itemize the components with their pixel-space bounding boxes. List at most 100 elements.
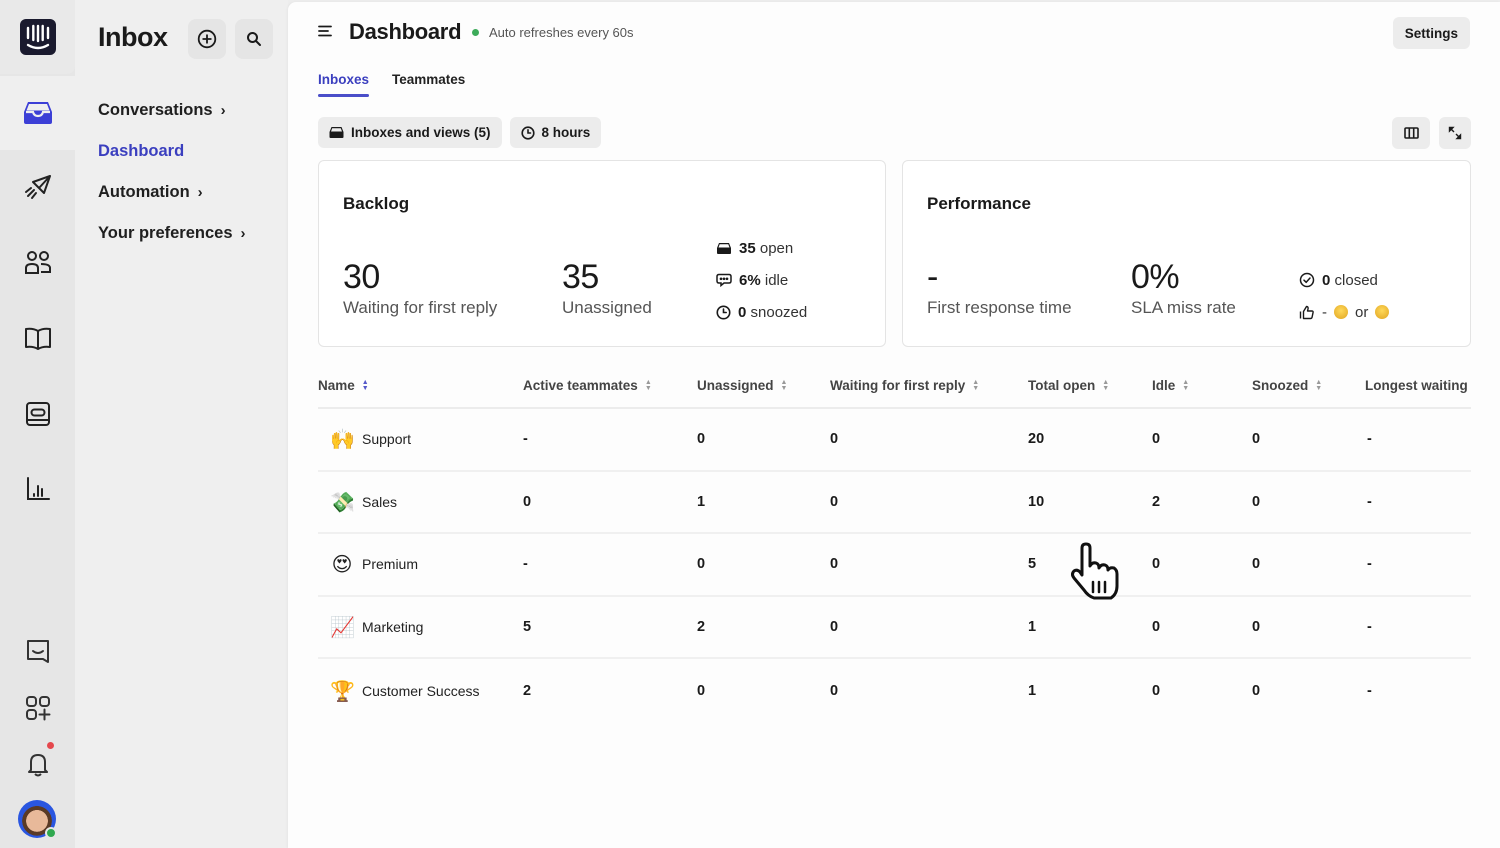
first-response-value: - bbox=[927, 258, 938, 296]
menu-toggle-button[interactable] bbox=[318, 24, 332, 43]
inboxes-filter-button[interactable]: Inboxes and views (5) bbox=[318, 117, 502, 148]
column-header-longest-waiting[interactable]: Longest waiting bbox=[1365, 378, 1471, 393]
inbox-name: Sales bbox=[362, 493, 398, 510]
people-icon bbox=[24, 251, 51, 274]
sidebar-item-automation[interactable]: Automation › bbox=[98, 172, 246, 213]
column-header-total-open[interactable]: Total open ▲ ▼ bbox=[1028, 378, 1152, 393]
unassigned-value: 35 bbox=[562, 258, 599, 296]
search-button[interactable] bbox=[235, 19, 273, 59]
online-status-dot bbox=[45, 827, 57, 839]
table-row[interactable]: 🙌 Support - 0 0 20 0 0 - bbox=[318, 409, 1471, 472]
longest-waiting-cell: - bbox=[1367, 682, 1372, 699]
inbox-name: Support bbox=[362, 431, 412, 448]
bar-chart-icon bbox=[26, 477, 50, 500]
longest-waiting-cell: - bbox=[1367, 619, 1372, 636]
sort-icon: ▲ ▼ bbox=[780, 378, 788, 392]
rail-item-tickets[interactable] bbox=[0, 377, 75, 451]
first-response-label: First response time bbox=[927, 298, 1072, 317]
column-header-active-teammates[interactable]: Active teammates ▲ ▼ bbox=[523, 378, 697, 393]
total-open-cell: 1 bbox=[1028, 619, 1037, 636]
settings-button[interactable]: Settings bbox=[1392, 17, 1470, 49]
filter-bar: Inboxes and views (5) 8 hours bbox=[318, 117, 602, 148]
snoozed-cell: 0 bbox=[1252, 682, 1261, 699]
refresh-status-text: Auto refreshes every 60s bbox=[489, 25, 634, 40]
check-circle-icon bbox=[1299, 272, 1315, 288]
time-range-filter-button[interactable]: 8 hours bbox=[509, 117, 602, 148]
performance-title: Performance bbox=[927, 194, 1031, 213]
column-label: Longest waiting bbox=[1365, 378, 1468, 393]
first-response-metric[interactable]: - First response time bbox=[927, 257, 1072, 318]
closed-value: 0 bbox=[1322, 271, 1331, 289]
user-avatar[interactable] bbox=[18, 800, 57, 839]
table-row[interactable]: 🏆 Customer Success 2 0 0 1 0 0 - bbox=[318, 659, 1471, 722]
column-label: Waiting for first reply bbox=[830, 378, 966, 393]
active-teammates-cell: 5 bbox=[523, 619, 532, 636]
rail-item-knowledge[interactable] bbox=[0, 302, 75, 376]
column-header-idle[interactable]: Idle ▲ ▼ bbox=[1152, 378, 1252, 393]
unassigned-metric[interactable]: 35 Unassigned bbox=[562, 257, 652, 318]
unassigned-cell: 0 bbox=[697, 431, 706, 448]
sla-miss-metric[interactable]: 0% SLA miss rate bbox=[1131, 257, 1236, 318]
sidebar-item-your-preferences[interactable]: Your preferences › bbox=[98, 213, 246, 254]
inbox-name: Marketing bbox=[362, 619, 424, 636]
column-label: Name bbox=[318, 378, 355, 393]
intercom-logo-icon bbox=[19, 19, 56, 55]
waiting-cell: 0 bbox=[830, 431, 839, 448]
sort-icon: ▲ ▼ bbox=[972, 378, 980, 392]
column-header-waiting[interactable]: Waiting for first reply ▲ ▼ bbox=[830, 378, 1028, 393]
sidebar-item-conversations[interactable]: Conversations › bbox=[98, 90, 246, 131]
book-icon bbox=[24, 327, 51, 350]
table-body: 🙌 Support -0 0 20 0 0- 💸 Sales 0 1 0 10 2 0- 😍 Premium -0… bbox=[318, 409, 1471, 722]
snoozed-cell: 0 bbox=[1252, 556, 1261, 573]
sidebar-item-dashboard[interactable]: Dashboard bbox=[98, 131, 246, 172]
clock-icon bbox=[716, 304, 731, 320]
rail-item-contacts[interactable] bbox=[0, 226, 75, 300]
column-header-unassigned[interactable]: Unassigned ▲ ▼ bbox=[697, 378, 830, 393]
bell-icon bbox=[27, 754, 48, 777]
column-header-snoozed[interactable]: Snoozed ▲ ▼ bbox=[1252, 378, 1365, 393]
waiting-metric[interactable]: 30 Waiting for first reply bbox=[343, 257, 497, 318]
sidebar-item-label: Conversations bbox=[98, 101, 213, 119]
active-teammates-cell: - bbox=[523, 431, 528, 448]
total-open-cell: 10 bbox=[1028, 493, 1045, 510]
table-row[interactable]: 💸 Sales 0 1 0 10 2 0- bbox=[318, 472, 1471, 535]
backlog-title: Backlog bbox=[343, 194, 410, 213]
fullscreen-button[interactable] bbox=[1439, 117, 1471, 149]
rail-item-notifications[interactable] bbox=[0, 727, 75, 801]
csat-value: - bbox=[1322, 303, 1327, 321]
thumbs-up-icon bbox=[1299, 305, 1314, 319]
table-row[interactable]: 😍 Premium - 0 0 5 0 0 - bbox=[318, 534, 1471, 597]
table-row[interactable]: 📈 Marketing 5 2 0 1 0 0 - bbox=[318, 597, 1471, 660]
tab-teammates[interactable]: Teammates bbox=[392, 72, 465, 96]
waiting-label: Waiting for first reply bbox=[343, 298, 498, 317]
column-header-name[interactable]: Name ▲ ▼ bbox=[318, 378, 523, 393]
csat-or-text: or bbox=[1355, 303, 1369, 321]
rail-item-outbound[interactable] bbox=[0, 151, 75, 225]
inbox-name-cell: 🙌 Support bbox=[318, 427, 523, 451]
total-open-cell: 1 bbox=[1028, 682, 1037, 699]
inbox-name: Customer Success bbox=[362, 682, 480, 699]
page-title: Dashboard bbox=[349, 19, 462, 44]
search-icon bbox=[247, 32, 261, 46]
sort-icon: ▲ ▼ bbox=[644, 378, 652, 392]
snoozed-cell: 0 bbox=[1252, 619, 1261, 636]
sort-icon: ▲ ▼ bbox=[1182, 378, 1190, 392]
inbox-name-cell: 📈 Marketing bbox=[318, 615, 523, 639]
sidebar-item-label: Automation bbox=[98, 183, 190, 201]
columns-button[interactable] bbox=[1392, 117, 1430, 149]
waiting-value: 30 bbox=[343, 258, 380, 296]
unassigned-label: Unassigned bbox=[562, 298, 652, 317]
rail-item-inbox[interactable] bbox=[0, 76, 75, 150]
columns-icon bbox=[1403, 127, 1419, 139]
inbox-tray-icon bbox=[717, 242, 731, 254]
new-conversation-button[interactable] bbox=[188, 19, 226, 59]
hamburger-menu-icon bbox=[318, 25, 332, 37]
total-open-cell: 20 bbox=[1028, 431, 1045, 448]
closed-label: closed bbox=[1334, 271, 1378, 289]
chevron-right-icon: › bbox=[197, 184, 203, 201]
sort-icon: ▲ ▼ bbox=[1315, 378, 1323, 392]
rail-item-reports[interactable] bbox=[0, 452, 75, 526]
tab-inboxes[interactable]: Inboxes bbox=[318, 72, 370, 97]
rail-logo[interactable] bbox=[0, 0, 75, 74]
inbox-tray-icon bbox=[23, 102, 52, 124]
